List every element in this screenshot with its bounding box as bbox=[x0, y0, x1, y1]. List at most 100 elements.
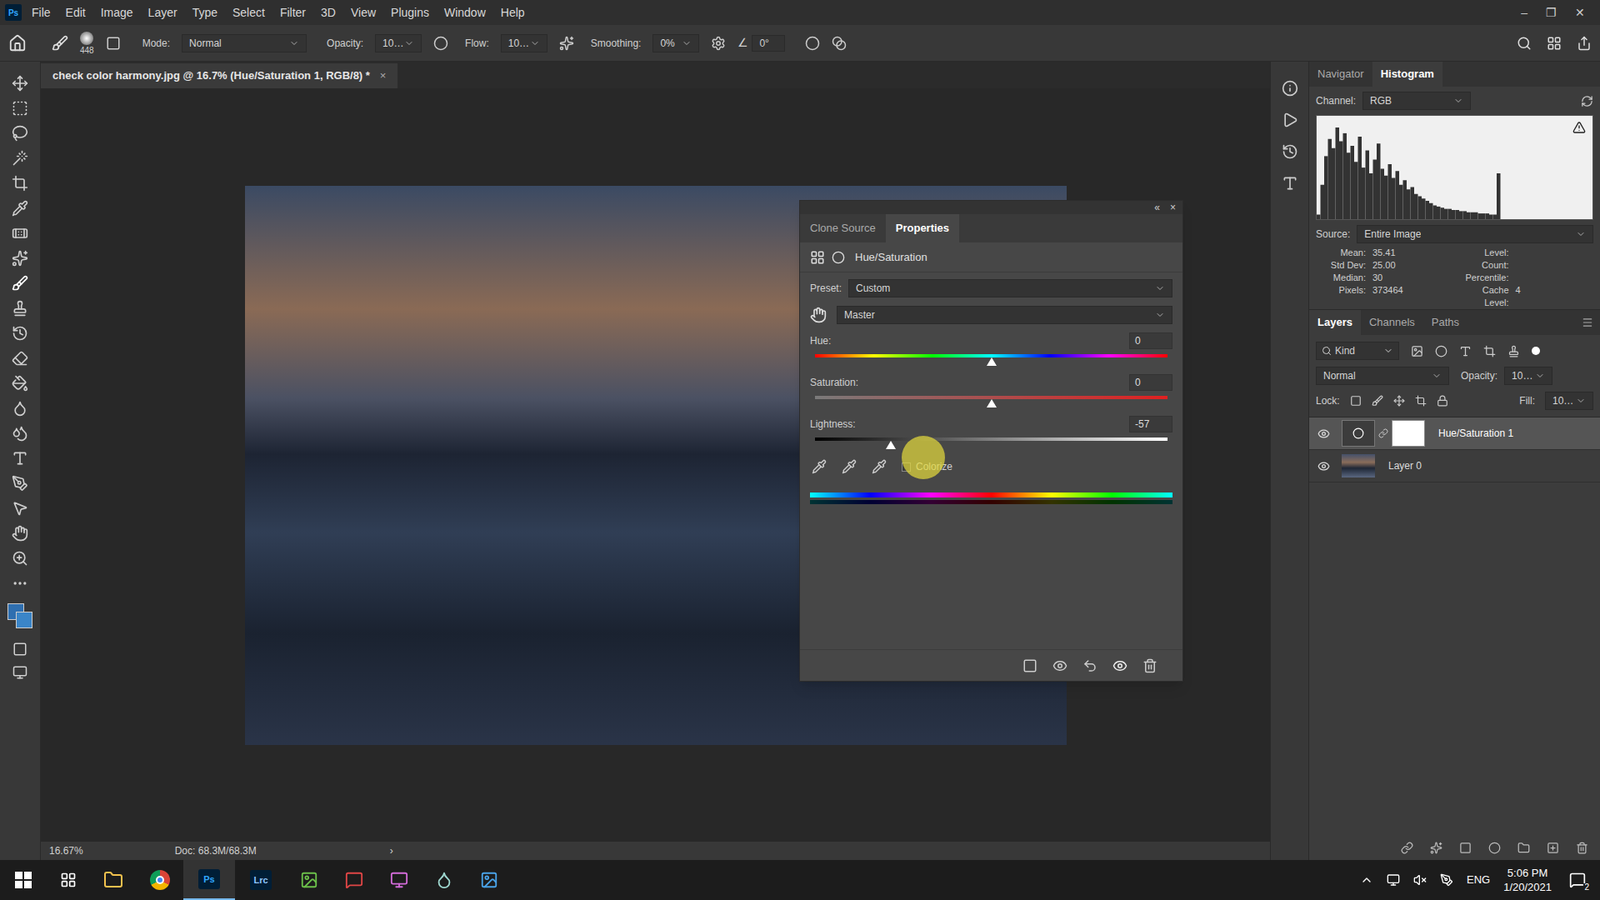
new-layer-icon[interactable] bbox=[1546, 841, 1560, 855]
panel-tab[interactable]: Channels bbox=[1360, 310, 1424, 335]
slider-value[interactable]: 0 bbox=[1129, 332, 1173, 350]
new-adjustment-icon[interactable] bbox=[1488, 841, 1501, 855]
tool-icon[interactable] bbox=[11, 450, 29, 467]
tool-icon[interactable] bbox=[11, 200, 29, 217]
tool-icon[interactable] bbox=[11, 225, 29, 242]
lock-all-icon[interactable] bbox=[1436, 395, 1449, 407]
lock-paint-icon[interactable] bbox=[1371, 395, 1384, 407]
taskbar-app[interactable]: Ps bbox=[183, 860, 235, 900]
quick-mask-icon[interactable] bbox=[12, 641, 28, 657]
slider-thumb[interactable] bbox=[986, 357, 997, 366]
menu-item[interactable]: View bbox=[350, 4, 376, 22]
slider[interactable] bbox=[815, 354, 1168, 366]
menu-item[interactable]: Layer bbox=[148, 4, 178, 22]
slider[interactable] bbox=[815, 395, 1168, 408]
tool-icon[interactable] bbox=[11, 100, 29, 117]
menu-item[interactable]: Help bbox=[500, 4, 525, 22]
window-control[interactable]: ❐ bbox=[1545, 4, 1557, 22]
language[interactable]: ENG bbox=[1466, 871, 1490, 889]
visibility-icon[interactable] bbox=[1317, 427, 1330, 440]
panel-tab[interactable]: Navigator bbox=[1309, 61, 1373, 87]
flow-dropdown[interactable]: 100% bbox=[500, 34, 548, 53]
zoom-level[interactable]: 16.67% bbox=[49, 843, 84, 859]
symmetry-icon[interactable] bbox=[831, 35, 847, 51]
tray-expand-icon[interactable] bbox=[1360, 873, 1374, 887]
visibility-icon[interactable] bbox=[1317, 460, 1330, 473]
menu-item[interactable]: File bbox=[31, 4, 51, 22]
window-control[interactable]: – bbox=[1520, 4, 1528, 22]
fx-icon[interactable] bbox=[1430, 841, 1443, 855]
explorer-icon[interactable] bbox=[103, 870, 124, 890]
filter-pixel-icon[interactable] bbox=[1410, 345, 1424, 358]
tool-icon[interactable] bbox=[11, 575, 29, 592]
preset-dropdown[interactable]: Custom bbox=[848, 279, 1173, 298]
app-icon[interactable] bbox=[345, 870, 364, 890]
tool-icon[interactable] bbox=[11, 275, 29, 292]
filter-type-icon[interactable] bbox=[1459, 345, 1472, 358]
fill-dropdown[interactable]: 100% bbox=[1545, 391, 1594, 410]
brush-panel-icon[interactable] bbox=[105, 35, 121, 51]
tool-icon[interactable] bbox=[11, 475, 29, 492]
visibility-icon[interactable] bbox=[1112, 658, 1128, 674]
tool-icon[interactable] bbox=[11, 550, 29, 567]
refresh-icon[interactable] bbox=[1580, 95, 1594, 108]
network-icon[interactable] bbox=[1386, 873, 1400, 887]
targeted-adjustment-icon[interactable] bbox=[810, 306, 827, 324]
clock[interactable]: 5:06 PM1/20/2021 bbox=[1503, 865, 1552, 895]
delete-icon[interactable] bbox=[1142, 658, 1158, 674]
taskbar-app[interactable]: Lrc bbox=[235, 860, 287, 900]
home-icon[interactable] bbox=[8, 34, 27, 53]
filter-dropdown[interactable]: Kind bbox=[1315, 341, 1400, 360]
lock-position-icon[interactable] bbox=[1393, 395, 1405, 407]
panel-tab[interactable]: Histogram bbox=[1372, 61, 1443, 87]
channel-dropdown[interactable]: Master bbox=[836, 305, 1173, 325]
slider-value[interactable]: 0 bbox=[1129, 374, 1173, 391]
status-arrow[interactable]: › bbox=[390, 843, 394, 859]
start-button[interactable] bbox=[0, 871, 47, 889]
photos-icon[interactable] bbox=[480, 870, 499, 890]
link-layers-icon[interactable] bbox=[1400, 841, 1414, 855]
panel-tab[interactable]: Properties bbox=[885, 214, 960, 243]
share-icon[interactable] bbox=[1576, 35, 1592, 51]
menu-item[interactable]: Plugins bbox=[390, 4, 430, 22]
menu-item[interactable]: 3D bbox=[320, 4, 336, 22]
workspace-icon[interactable] bbox=[1546, 35, 1562, 51]
notification-center[interactable]: 2 bbox=[1565, 868, 1590, 892]
app-icon[interactable] bbox=[435, 870, 454, 890]
eyedropper-icon[interactable] bbox=[811, 459, 827, 475]
lock-artboard-icon[interactable] bbox=[1415, 395, 1427, 407]
pressure-opacity-icon[interactable] bbox=[433, 35, 449, 51]
slider-value[interactable]: -57 bbox=[1129, 415, 1173, 433]
filter-adjustment-icon[interactable] bbox=[1435, 345, 1448, 358]
opacity-dropdown[interactable]: 100% bbox=[1504, 366, 1553, 385]
airbrush-icon[interactable] bbox=[559, 35, 575, 51]
view-previous-icon[interactable] bbox=[1052, 658, 1068, 674]
app-icon[interactable] bbox=[300, 870, 319, 890]
menu-item[interactable]: Select bbox=[232, 4, 265, 22]
menu-item[interactable]: Edit bbox=[65, 4, 86, 22]
filter-toggle[interactable] bbox=[1531, 346, 1540, 355]
clip-icon[interactable] bbox=[1022, 658, 1038, 674]
slider[interactable] bbox=[815, 437, 1168, 450]
source-dropdown[interactable]: Entire Image bbox=[1356, 225, 1594, 244]
document-tab[interactable]: check color harmony.jpg @ 16.7% (Hue/Sat… bbox=[40, 63, 398, 89]
window-control[interactable]: ✕ bbox=[1575, 4, 1585, 22]
brush-preset[interactable]: 448 bbox=[80, 31, 95, 55]
color-swatches[interactable] bbox=[7, 603, 33, 629]
actions-icon[interactable] bbox=[1281, 111, 1299, 129]
tab-close[interactable]: × bbox=[380, 67, 387, 85]
pressure-size-icon[interactable] bbox=[805, 35, 820, 51]
tool-icon[interactable] bbox=[11, 250, 29, 267]
pen-icon[interactable] bbox=[1440, 873, 1454, 887]
tool-icon[interactable] bbox=[11, 500, 29, 517]
menu-item[interactable]: Window bbox=[444, 4, 486, 22]
app-icon[interactable] bbox=[390, 870, 409, 890]
slider-thumb[interactable] bbox=[885, 440, 896, 450]
panel-control[interactable]: « bbox=[1154, 200, 1160, 215]
add-mask-icon[interactable] bbox=[1459, 841, 1472, 855]
tool-icon[interactable] bbox=[11, 525, 29, 542]
screen-mode-icon[interactable] bbox=[12, 665, 28, 680]
canvas[interactable]: «×Clone SourcePropertiesHue/SaturationPr… bbox=[40, 88, 1270, 842]
character-icon[interactable] bbox=[1281, 175, 1299, 192]
filter-shape-icon[interactable] bbox=[1483, 345, 1496, 358]
